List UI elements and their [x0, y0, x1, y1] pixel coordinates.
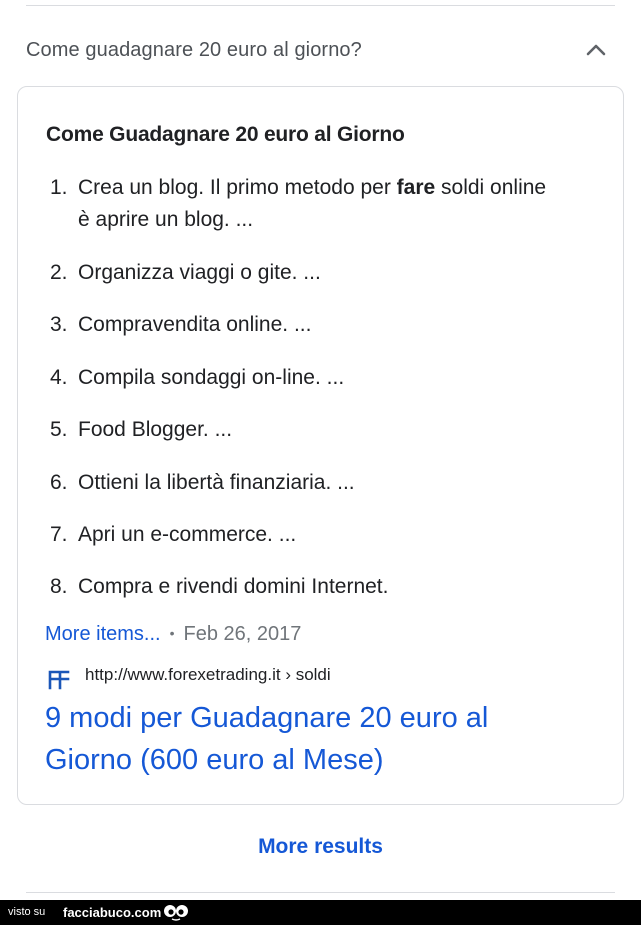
- watermark-brand: facciabuco.com: [63, 905, 162, 920]
- publish-date: Feb 26, 2017: [183, 623, 302, 645]
- meta-row: More items... • Feb 26, 2017: [45, 623, 301, 646]
- more-results-button[interactable]: More results: [0, 835, 641, 859]
- step-text: Organizza viaggi o gite. ...: [78, 261, 321, 284]
- facciabuco-eyes-logo: [164, 905, 188, 921]
- step-text: Compila sondaggi on-line. ...: [78, 366, 345, 389]
- chevron-up-icon[interactable]: [584, 41, 608, 57]
- bottom-divider: [26, 892, 615, 893]
- source-url: http://www.forexetrading.it › soldi: [85, 665, 331, 684]
- list-item: 1. Crea un blog. Il primo metodo per far…: [50, 172, 590, 236]
- answer-card: Come Guadagnare 20 euro al Giorno 1. Cre…: [17, 86, 624, 805]
- step-text: Apri un e-commerce. ...: [78, 523, 297, 546]
- step-text: Compravendita online. ...: [78, 313, 312, 336]
- watermark-bar: visto su facciabuco.com: [0, 900, 641, 925]
- more-items-link[interactable]: More items...: [45, 623, 161, 645]
- watermark-visto: visto su: [8, 906, 46, 918]
- question-text: Come guadagnare 20 euro al giorno?: [26, 39, 362, 61]
- card-heading: Come Guadagnare 20 euro al Giorno: [46, 123, 405, 146]
- separator-dot: •: [169, 625, 175, 641]
- step-text: Crea un blog. Il primo metodo per fare s…: [78, 176, 547, 231]
- forexetrading-favicon-icon: [48, 670, 70, 690]
- step-text: Food Blogger. ...: [78, 418, 233, 441]
- step-text: Ottieni la libertà finanziaria. ...: [78, 471, 355, 494]
- step-text: Compra e rivendi domini Internet.: [78, 575, 389, 598]
- question-toggle[interactable]: Come guadagnare 20 euro al giorno?: [0, 6, 641, 84]
- result-title-link[interactable]: 9 modi per Guadagnare 20 euro al Giorno …: [45, 697, 605, 781]
